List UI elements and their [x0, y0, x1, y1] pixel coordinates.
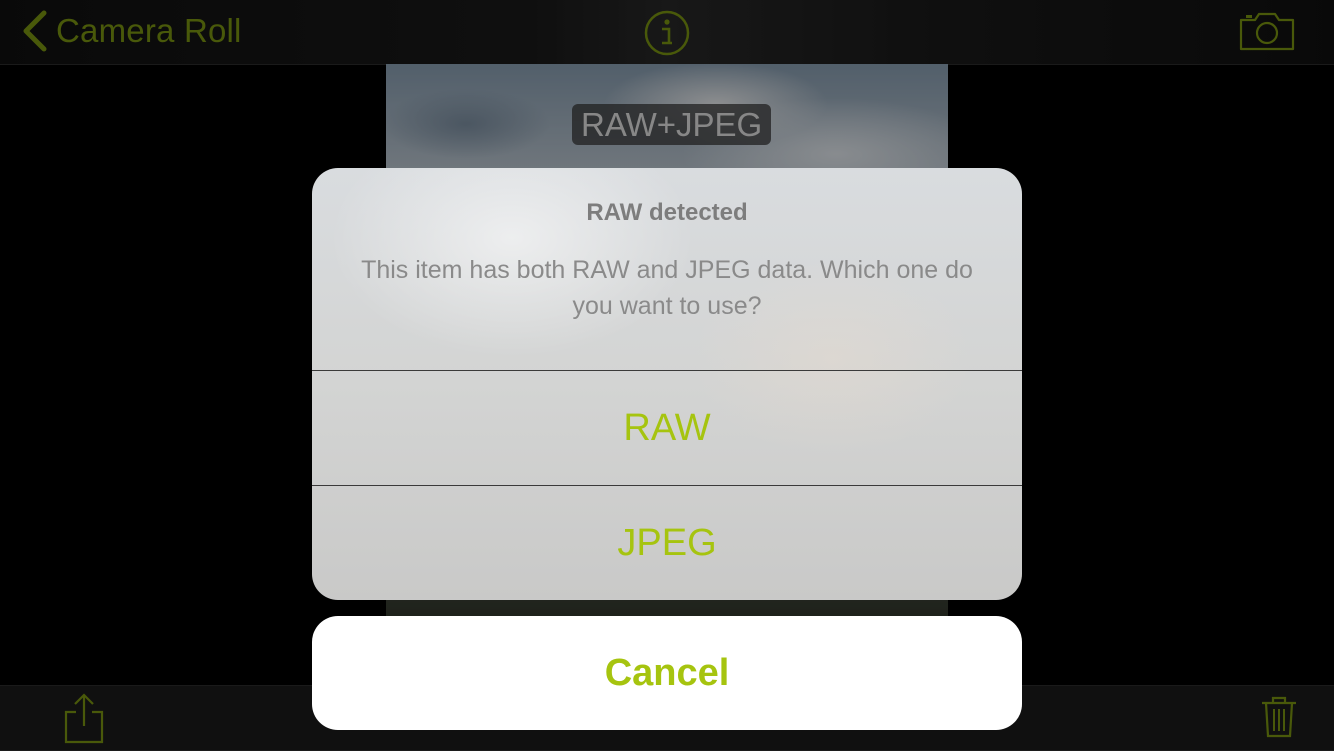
cancel-button[interactable]: Cancel: [312, 616, 1022, 730]
dialog-message: This item has both RAW and JPEG data. Wh…: [361, 256, 973, 320]
jpeg-option-button[interactable]: JPEG: [312, 486, 1022, 600]
dialog-title: RAW detected: [586, 199, 748, 226]
action-sheet: RAW detected This item has both RAW and …: [312, 168, 1022, 600]
action-sheet-header: RAW detected This item has both RAW and …: [312, 168, 1022, 370]
raw-option-button[interactable]: RAW: [312, 371, 1022, 485]
